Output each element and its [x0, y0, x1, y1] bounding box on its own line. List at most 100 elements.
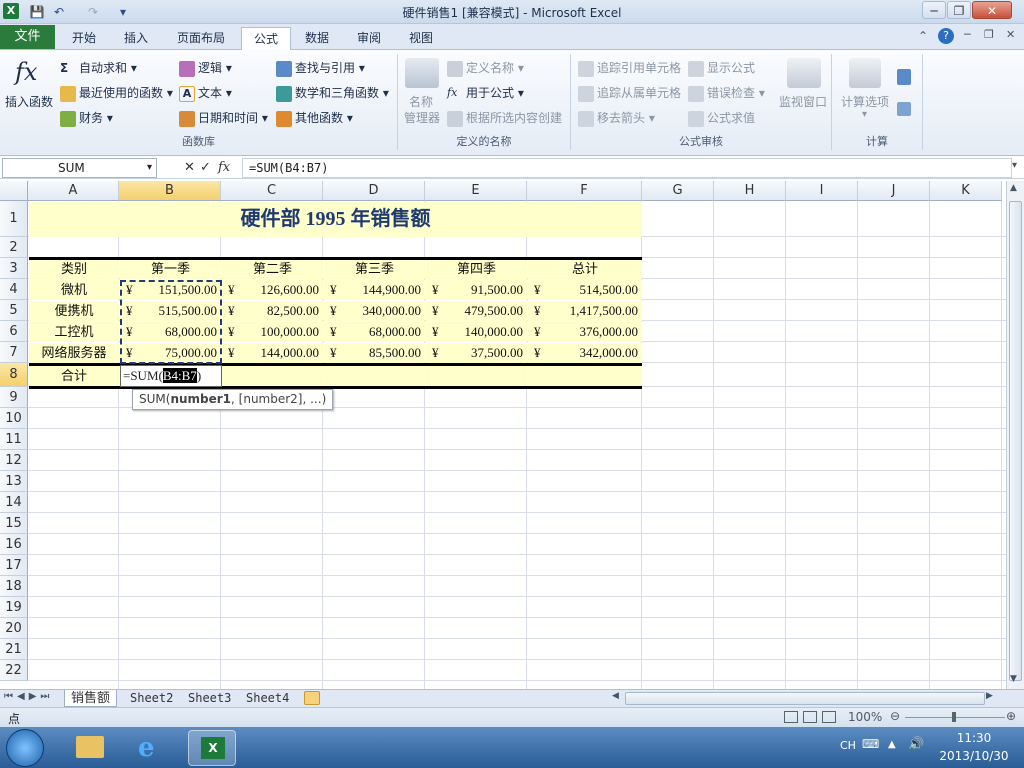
row-header-2[interactable]: 2 — [0, 237, 28, 258]
page-break-view-icon[interactable] — [822, 711, 836, 723]
tab-data[interactable]: 数据 — [293, 27, 341, 50]
name-manager-label-2[interactable]: 管理器 — [404, 109, 440, 126]
total-row-cell[interactable] — [324, 366, 425, 386]
category-cell[interactable]: 工控机 — [29, 322, 119, 342]
excel-taskbar-icon[interactable]: X — [188, 730, 236, 766]
name-manager-label-1[interactable]: 名称 — [409, 93, 433, 110]
more-functions-button[interactable]: 其他函数 ▾ — [276, 109, 353, 127]
insert-function-icon[interactable]: fx — [15, 58, 37, 86]
active-cell-editor[interactable]: =SUM(B4:B7) — [120, 365, 222, 387]
text-functions-button[interactable]: A 文本 ▾ — [179, 84, 232, 102]
total-row-cell[interactable] — [222, 366, 323, 386]
sheet-title[interactable]: 硬件部 1995 年销售额 — [29, 202, 642, 237]
row-header-8[interactable]: 8 — [0, 363, 28, 387]
restore-button[interactable]: ❐ — [947, 1, 971, 19]
row-header-13[interactable]: 13 — [0, 471, 28, 492]
create-from-selection-button[interactable]: 根据所选内容创建 — [447, 109, 562, 127]
name-box[interactable]: SUM ▾ — [2, 158, 157, 178]
trace-dependents-button[interactable]: 追踪从属单元格 — [578, 84, 681, 102]
row-header-9[interactable]: 9 — [0, 387, 28, 408]
row-header-10[interactable]: 10 — [0, 408, 28, 429]
value-cell[interactable]: ¥126,600.00 — [222, 280, 323, 300]
expand-formula-bar-icon[interactable]: ▾ — [1012, 160, 1017, 171]
calculate-sheet-icon[interactable] — [897, 102, 911, 116]
row-header-1[interactable]: 1 — [0, 201, 28, 237]
sheet-tab-3[interactable]: Sheet3 — [182, 690, 237, 707]
insert-function-button[interactable]: 插入函数 — [5, 93, 53, 110]
value-cell[interactable]: ¥82,500.00 — [222, 301, 323, 321]
lookup-button[interactable]: 查找与引用 ▾ — [276, 59, 365, 77]
value-cell[interactable]: ¥342,000.00 — [528, 343, 642, 363]
column-header-d[interactable]: D — [323, 181, 425, 201]
value-cell[interactable]: ¥140,000.00 — [426, 322, 527, 342]
select-all-corner[interactable] — [0, 181, 28, 201]
use-in-formula-button[interactable]: fx 用于公式 ▾ — [447, 84, 524, 102]
calc-options-icon[interactable] — [849, 58, 881, 88]
minimize-button[interactable]: ─ — [922, 1, 946, 19]
value-cell[interactable]: ¥514,500.00 — [528, 280, 642, 300]
table-header-cell[interactable]: 第一季 — [120, 259, 221, 279]
row-header-6[interactable]: 6 — [0, 321, 28, 342]
keyboard-icon[interactable]: ⌨ — [862, 737, 879, 751]
row-header-11[interactable]: 11 — [0, 429, 28, 450]
table-header-cell[interactable]: 总计 — [528, 259, 642, 279]
zoom-in-icon[interactable]: ⊕ — [1006, 709, 1016, 723]
row-header-3[interactable]: 3 — [0, 258, 28, 279]
total-row-cell[interactable]: 合计 — [29, 366, 119, 386]
clock-date[interactable]: 2013/10/30 — [935, 749, 1013, 763]
scroll-down-icon[interactable]: ▼ — [1010, 674, 1017, 684]
tab-file[interactable]: 文件 — [0, 25, 55, 49]
row-header-14[interactable]: 14 — [0, 492, 28, 513]
row-header-21[interactable]: 21 — [0, 639, 28, 660]
start-button-icon[interactable] — [6, 729, 44, 767]
error-check-button[interactable]: 错误检查 ▾ — [688, 84, 765, 102]
scroll-left-icon[interactable]: ◀ — [612, 691, 619, 701]
tab-home[interactable]: 开始 — [60, 27, 108, 50]
row-header-15[interactable]: 15 — [0, 513, 28, 534]
value-cell[interactable]: ¥144,000.00 — [222, 343, 323, 363]
row-header-22[interactable]: 22 — [0, 660, 28, 681]
page-layout-view-icon[interactable] — [803, 711, 817, 723]
horizontal-scroll-thumb[interactable] — [625, 692, 985, 705]
workbook-close-icon[interactable]: ✕ — [1006, 28, 1015, 41]
recent-functions-button[interactable]: 最近使用的函数 ▾ — [60, 84, 173, 102]
column-header-a[interactable]: A — [28, 181, 119, 201]
zoom-slider-thumb[interactable] — [952, 712, 956, 722]
insert-function-fx-icon[interactable]: fx — [218, 158, 230, 178]
calc-options-button[interactable]: 计算选项 — [841, 93, 889, 110]
financial-button[interactable]: 财务 ▾ — [60, 109, 113, 127]
tab-view[interactable]: 视图 — [397, 27, 445, 50]
minimize-ribbon-icon[interactable]: ⌃ — [918, 29, 928, 43]
value-cell[interactable]: ¥85,500.00 — [324, 343, 425, 363]
column-header-b[interactable]: B — [119, 181, 221, 201]
tooltip-arg[interactable]: number1 — [170, 392, 231, 406]
row-header-16[interactable]: 16 — [0, 534, 28, 555]
value-cell[interactable]: ¥100,000.00 — [222, 322, 323, 342]
function-tooltip[interactable]: SUM(number1, [number2], ...) — [132, 389, 334, 410]
tab-insert[interactable]: 插入 — [112, 27, 160, 50]
watch-window-icon[interactable] — [787, 58, 821, 88]
category-cell[interactable]: 微机 — [29, 280, 119, 300]
help-icon[interactable]: ? — [938, 28, 954, 44]
watch-window-button[interactable]: 监视窗口 — [779, 93, 827, 110]
formula-input[interactable]: =SUM(B4:B7) — [242, 158, 1012, 178]
workbook-minimize-icon[interactable]: ─ — [964, 28, 971, 41]
column-header-g[interactable]: G — [642, 181, 714, 201]
column-header-i[interactable]: I — [786, 181, 858, 201]
trace-precedents-button[interactable]: 追踪引用单元格 — [578, 59, 681, 77]
volume-icon[interactable]: 🔊 — [908, 737, 924, 752]
math-trig-button[interactable]: 数学和三角函数 ▾ — [276, 84, 389, 102]
worksheet-grid[interactable]: ABCDEFGHIJK 1 2 3 4 5 6 7 8 9 10 11 12 13 14 15 16 17 18 1… — [0, 181, 1006, 689]
column-header-f[interactable]: F — [527, 181, 642, 201]
row-header-19[interactable]: 19 — [0, 597, 28, 618]
name-manager-icon[interactable] — [405, 58, 439, 88]
calculate-now-icon[interactable] — [897, 69, 911, 85]
value-cell[interactable]: ¥340,000.00 — [324, 301, 425, 321]
value-cell[interactable]: ¥91,500.00 — [426, 280, 527, 300]
vertical-scrollbar[interactable]: ▲ ▼ — [1006, 181, 1024, 689]
normal-view-icon[interactable] — [784, 711, 798, 723]
row-header-4[interactable]: 4 — [0, 279, 28, 300]
sheet-nav-icons[interactable]: ⏮◀▶⏭ — [4, 691, 53, 702]
scroll-up-icon[interactable]: ▲ — [1010, 183, 1017, 193]
cancel-entry-icon[interactable]: ✕ — [184, 158, 195, 178]
